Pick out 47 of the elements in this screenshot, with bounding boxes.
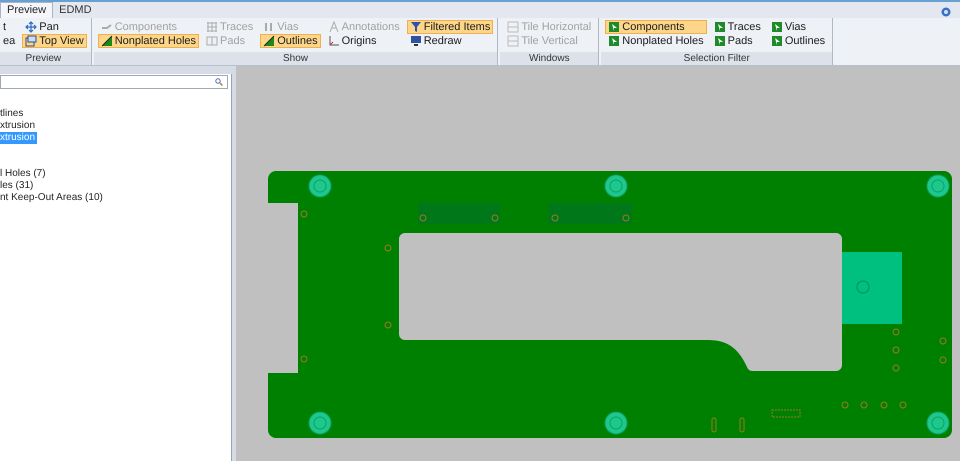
ribbon-button[interactable]: t <box>0 20 18 34</box>
ribbon-button[interactable]: Outlines <box>768 34 828 48</box>
group-label: Show <box>94 52 498 65</box>
ribbon-button[interactable]: Redraw <box>406 34 494 48</box>
tree-item[interactable]: tlines <box>0 108 26 120</box>
select-icon <box>714 35 726 47</box>
ribbon-button[interactable]: Top View <box>22 34 87 48</box>
monitor-icon <box>410 35 422 47</box>
group-label: Windows <box>500 52 598 65</box>
ribbon-tab[interactable]: EDMD <box>53 2 98 18</box>
tree-item[interactable]: les (31) <box>0 180 36 192</box>
letter-a-icon <box>328 21 340 33</box>
group-label: Preview <box>0 52 91 65</box>
ribbon-button[interactable]: Vias <box>768 20 828 34</box>
view-icon <box>25 35 38 47</box>
check-icon <box>100 35 113 47</box>
origin-icon <box>328 35 340 47</box>
ribbon-tab[interactable]: Preview <box>0 2 54 18</box>
ribbon-button[interactable]: Outlines <box>260 34 321 48</box>
help-icon[interactable] <box>941 7 951 17</box>
ribbon-button[interactable]: Filtered Items <box>406 20 494 34</box>
tree-item[interactable]: xtrusion <box>0 120 38 132</box>
search-icon <box>215 78 223 86</box>
ribbon-button[interactable]: Pan <box>22 20 87 34</box>
tree-item[interactable]: nt Keep-Out Areas (10) <box>0 192 105 204</box>
select-icon <box>608 21 620 33</box>
ribbon-button[interactable]: ea <box>0 34 18 48</box>
pad-icon <box>206 35 218 47</box>
select-icon <box>608 35 620 47</box>
window-icon <box>507 21 520 33</box>
ribbon-button[interactable]: Nonplated Holes <box>98 34 200 48</box>
ribbon-button[interactable]: Components <box>605 20 707 34</box>
search-field[interactable] <box>0 75 228 89</box>
filter-icon <box>410 21 422 33</box>
group-label: Selection Filter <box>601 52 832 65</box>
select-icon <box>770 21 783 33</box>
window-icon <box>507 35 520 47</box>
move-arrows-icon <box>25 21 38 33</box>
tree-item[interactable]: l Holes (7) <box>0 168 48 180</box>
ribbon-button[interactable]: Nonplated Holes <box>605 34 707 48</box>
ribbon-button[interactable]: Traces <box>710 20 764 34</box>
select-icon <box>714 21 726 33</box>
select-icon <box>770 35 783 47</box>
ribbon-button[interactable]: Pads <box>710 34 764 48</box>
check-icon <box>263 35 276 47</box>
grid-icon <box>206 21 218 33</box>
ribbon-button[interactable]: Origins <box>324 34 403 48</box>
